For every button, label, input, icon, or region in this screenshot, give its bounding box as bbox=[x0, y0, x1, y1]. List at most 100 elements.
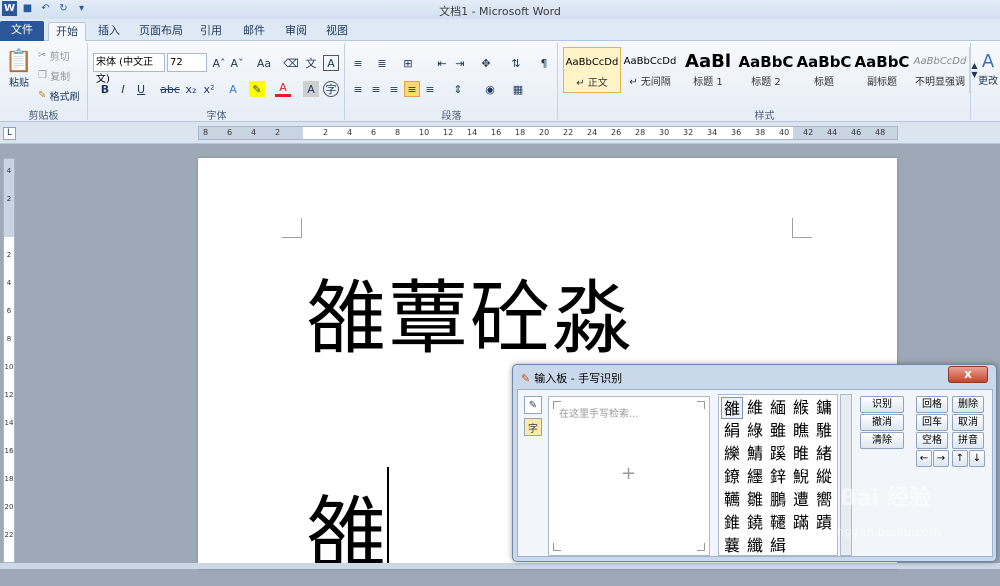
justify-icon[interactable]: ≡ bbox=[404, 81, 420, 97]
candidate-char[interactable]: 鯖 bbox=[744, 443, 766, 465]
superscript-button[interactable]: x² bbox=[201, 81, 217, 97]
candidate-char[interactable]: 纅 bbox=[721, 443, 743, 465]
tab-references[interactable]: 引用 bbox=[194, 22, 228, 41]
arrow-left-key[interactable]: ← bbox=[916, 450, 932, 467]
font-name-combo[interactable]: 宋体 (中文正文) bbox=[93, 53, 165, 85]
tab-page-layout[interactable]: 页面布局 bbox=[135, 22, 187, 41]
candidate-char[interactable]: 雛 bbox=[744, 489, 766, 511]
candidate-char[interactable]: 雖 bbox=[767, 420, 789, 442]
font-color-icon[interactable]: A bbox=[275, 81, 291, 97]
style-title[interactable]: AaBbC 标题 bbox=[795, 47, 853, 93]
align-center-icon[interactable]: ≡ bbox=[368, 81, 384, 97]
tab-selector[interactable]: L bbox=[3, 127, 16, 140]
arrow-right-key[interactable]: → bbox=[933, 450, 949, 467]
pinyin-key[interactable]: 拼音 bbox=[952, 432, 984, 449]
sort-icon[interactable]: ⇅ bbox=[508, 55, 524, 71]
char-shading-icon[interactable]: A bbox=[303, 81, 319, 97]
format-painter-button[interactable]: ✎ 格式刷 bbox=[38, 87, 80, 103]
grow-font-icon[interactable]: Aˆ bbox=[211, 55, 227, 71]
change-styles-button[interactable]: A 更改 bbox=[976, 45, 1000, 93]
char-border-icon[interactable]: A bbox=[323, 55, 339, 71]
clear-button[interactable]: 清除 bbox=[860, 432, 904, 449]
candidate-char[interactable]: 蹊 bbox=[767, 443, 789, 465]
candidate-char[interactable]: 鵬 bbox=[767, 489, 789, 511]
subscript-button[interactable]: x₂ bbox=[183, 81, 199, 97]
candidate-char[interactable]: 鏞 bbox=[813, 397, 835, 419]
enclose-char-icon[interactable]: 字 bbox=[323, 81, 339, 97]
delete-key[interactable]: 删除 bbox=[952, 396, 984, 413]
style-heading-2[interactable]: AaBbC 标题 2 bbox=[737, 47, 795, 93]
candidate-char[interactable]: 瞧 bbox=[790, 420, 812, 442]
candidate-char[interactable]: 睢 bbox=[790, 443, 812, 465]
style-subtitle[interactable]: AaBbC 副标题 bbox=[853, 47, 911, 93]
candidate-char[interactable]: 騅 bbox=[813, 420, 835, 442]
distribute-icon[interactable]: ≡ bbox=[422, 81, 438, 97]
cut-button[interactable]: ✂ 剪切 bbox=[38, 47, 70, 63]
candidate-char[interactable]: 蘘 bbox=[721, 535, 743, 557]
backspace-key[interactable]: 回格 bbox=[916, 396, 948, 413]
copy-button[interactable]: ❐ 复制 bbox=[38, 67, 70, 83]
handwriting-mode-icon[interactable]: ✎ bbox=[524, 396, 542, 414]
align-left-icon[interactable]: ≡ bbox=[350, 81, 366, 97]
align-right-icon[interactable]: ≡ bbox=[386, 81, 402, 97]
candidate-char[interactable]: 韆 bbox=[767, 512, 789, 534]
candidate-char[interactable]: 雒 bbox=[721, 397, 743, 419]
radical-mode-icon[interactable]: 字 bbox=[524, 418, 542, 436]
handwriting-pad[interactable]: 在这里手写检索... + bbox=[548, 396, 710, 556]
shading-icon[interactable]: ◉ bbox=[482, 81, 498, 97]
cancel-key[interactable]: 取消 bbox=[952, 414, 984, 431]
candidate-char[interactable]: 鋅 bbox=[767, 466, 789, 488]
candidate-char[interactable]: 錐 bbox=[721, 512, 743, 534]
tab-review[interactable]: 审阅 bbox=[279, 22, 313, 41]
recognize-button[interactable]: 识别 bbox=[860, 396, 904, 413]
chinese-layout-icon[interactable]: ✥ bbox=[478, 55, 494, 71]
candidate-char[interactable]: 維 bbox=[744, 397, 766, 419]
tab-insert[interactable]: 插入 bbox=[92, 22, 126, 41]
highlight-icon[interactable]: ✎ bbox=[249, 81, 265, 97]
candidate-char[interactable]: 鐃 bbox=[744, 512, 766, 534]
candidate-char[interactable]: 緱 bbox=[790, 397, 812, 419]
candidate-char[interactable]: 纖 bbox=[744, 535, 766, 557]
numbering-icon[interactable]: ≣ bbox=[374, 55, 390, 71]
space-key[interactable]: 空格 bbox=[916, 432, 948, 449]
show-marks-icon[interactable]: ¶ bbox=[536, 55, 552, 71]
text-effects-icon[interactable]: A bbox=[225, 81, 241, 97]
candidate-char[interactable]: 綠 bbox=[744, 420, 766, 442]
underline-button[interactable]: U bbox=[133, 81, 149, 97]
style-heading-1[interactable]: AaBl 标题 1 bbox=[679, 47, 737, 93]
candidate-char[interactable]: 緬 bbox=[767, 397, 789, 419]
tab-home[interactable]: 开始 bbox=[48, 22, 86, 41]
italic-button[interactable]: I bbox=[115, 81, 131, 97]
style-subtle-emphasis[interactable]: AaBbCcDd 不明显强调 bbox=[911, 47, 969, 93]
style-no-spacing[interactable]: AaBbCcDd ↵ 无间隔 bbox=[621, 47, 679, 93]
horizontal-ruler[interactable]: 8 6 4 2 2 4 6 8 10 12 14 16 18 20 22 24 26 28 30 32 34 36 38 40… bbox=[198, 126, 898, 140]
candidate-char[interactable]: 纆 bbox=[744, 466, 766, 488]
increase-indent-icon[interactable]: ⇥ bbox=[452, 55, 468, 71]
change-case-icon[interactable]: Aa bbox=[253, 55, 275, 71]
multilevel-list-icon[interactable]: ⊞ bbox=[400, 55, 416, 71]
borders-icon[interactable]: ▦ bbox=[510, 81, 526, 97]
enter-key[interactable]: 回车 bbox=[916, 414, 948, 431]
tab-file[interactable]: 文件 bbox=[0, 21, 44, 41]
document-text-line-1[interactable]: 雒蕈砼淼 bbox=[306, 254, 634, 370]
style-normal[interactable]: AaBbCcDd ↵ 正文 bbox=[563, 47, 621, 93]
arrow-up-key[interactable]: ↑ bbox=[952, 450, 968, 467]
strikethrough-button[interactable]: abc bbox=[159, 81, 181, 97]
clear-format-icon[interactable]: ⌫ bbox=[283, 55, 299, 71]
phonetic-guide-icon[interactable]: 文 bbox=[303, 55, 319, 71]
line-spacing-icon[interactable]: ⇕ bbox=[450, 81, 466, 97]
input-panel-close-button[interactable]: x bbox=[948, 366, 988, 383]
undo-button[interactable]: 撤消 bbox=[860, 414, 904, 431]
tab-mailings[interactable]: 邮件 bbox=[237, 22, 271, 41]
font-size-combo[interactable]: 72 bbox=[167, 53, 207, 72]
tab-view[interactable]: 视图 bbox=[320, 22, 354, 41]
shrink-font-icon[interactable]: Aˇ bbox=[229, 55, 245, 71]
decrease-indent-icon[interactable]: ⇤ bbox=[434, 55, 450, 71]
arrow-down-key[interactable]: ↓ bbox=[969, 450, 985, 467]
paste-button[interactable]: 📋 粘贴 bbox=[4, 45, 34, 93]
vertical-ruler[interactable]: 4 2 2 4 6 8 10 12 14 16 18 20 22 bbox=[3, 158, 15, 563]
candidate-char[interactable]: 鐐 bbox=[721, 466, 743, 488]
bullets-icon[interactable]: ≡ bbox=[350, 55, 366, 71]
candidate-char[interactable]: 緒 bbox=[813, 443, 835, 465]
candidate-char[interactable]: 緝 bbox=[767, 535, 789, 557]
